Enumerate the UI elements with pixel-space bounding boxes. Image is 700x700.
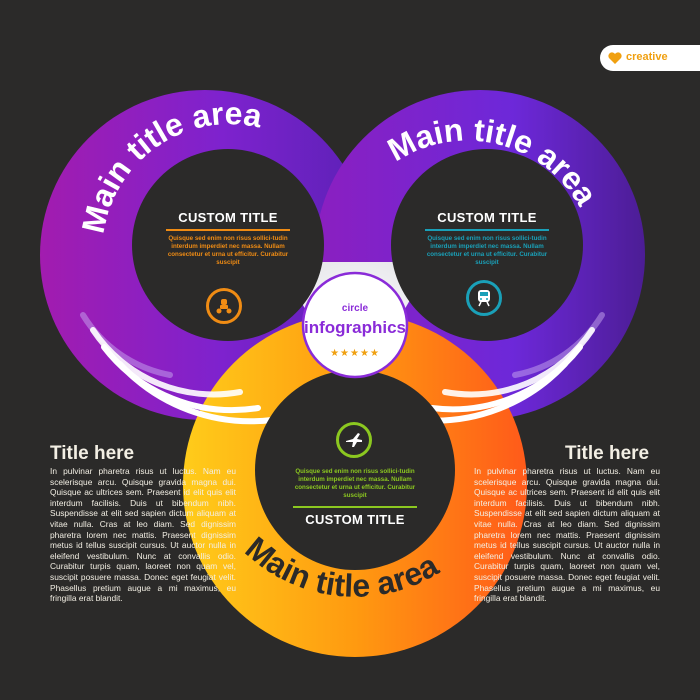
right-side-text: In pulvinar pharetra risus ut luctus. Na…: [474, 466, 660, 604]
creative-label: creative: [626, 51, 668, 63]
right-circle-text: Quisque sed enim non risus sollici-tudin…: [426, 235, 548, 266]
center-stars: ★★★★★: [330, 348, 380, 359]
scooter-icon: [216, 299, 232, 314]
bottom-circle-content: Quisque sed enim non risus sollici-tudin…: [285, 468, 425, 527]
right-divider: [425, 229, 549, 231]
left-divider: [166, 229, 290, 231]
heart-icon: [608, 52, 622, 64]
center-label-infographics: infographics: [303, 318, 406, 337]
bottom-icon-ring: [336, 422, 372, 458]
bottom-circle-text: Quisque sed enim non risus sollici-tudin…: [294, 468, 416, 499]
train-icon: [478, 290, 490, 307]
left-custom-title: CUSTOM TITLE: [178, 210, 278, 225]
left-icon-ring: [206, 288, 242, 324]
right-custom-title: CUSTOM TITLE: [437, 210, 537, 225]
creative-badge: creative: [600, 45, 700, 71]
right-icon-ring: [466, 280, 502, 316]
bottom-divider: [293, 506, 417, 508]
bottom-custom-title: CUSTOM TITLE: [305, 512, 405, 527]
left-side-title: Title here: [50, 443, 135, 464]
right-side-title: Title here: [565, 443, 650, 464]
center-label-circle: circle: [341, 303, 369, 314]
airplane-icon: [346, 433, 362, 447]
left-circle-text: Quisque sed enim non risus sollici-tudin…: [167, 235, 289, 266]
left-circle-content: CUSTOM TITLE Quisque sed enim non risus …: [158, 210, 298, 267]
right-circle-content: CUSTOM TITLE Quisque sed enim non risus …: [417, 210, 557, 267]
infographic-canvas: Main title area Main title area Main tit…: [0, 0, 700, 700]
left-side-text: In pulvinar pharetra risus ut luctus. Na…: [50, 466, 236, 604]
